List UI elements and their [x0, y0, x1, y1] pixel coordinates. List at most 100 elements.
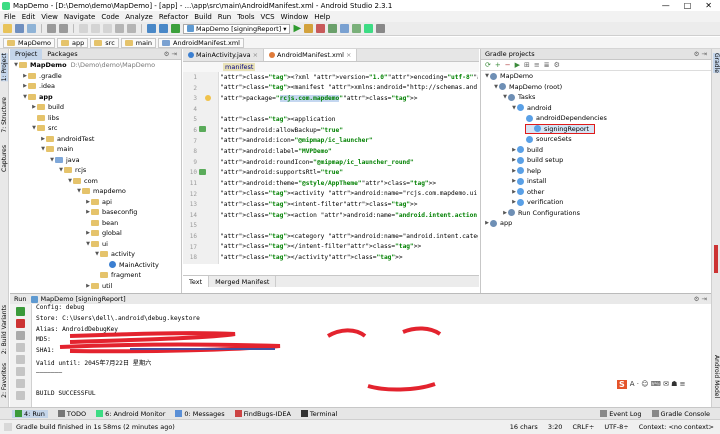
- file-encoding[interactable]: UTF-8÷: [604, 423, 628, 431]
- tree-node[interactable]: ▼ ui: [10, 239, 181, 250]
- panel-settings-icon[interactable]: ⚙ ⇥: [694, 50, 711, 58]
- ime-tools-icon[interactable]: A · ☺ ⌨ ✉ ☗ ≡: [630, 380, 686, 388]
- execute-task-icon[interactable]: ▶: [515, 61, 520, 69]
- tree-node[interactable]: androidDependencies: [481, 113, 711, 124]
- tree-node[interactable]: MainActivity: [10, 260, 181, 271]
- context-indicator[interactable]: Context: <no context>: [639, 423, 714, 431]
- menu-item-file[interactable]: File: [4, 13, 16, 21]
- menu-item-refactor[interactable]: Refactor: [159, 13, 188, 21]
- menu-item-build[interactable]: Build: [194, 13, 212, 21]
- sdk-manager-icon[interactable]: [352, 24, 362, 33]
- paste-icon[interactable]: [103, 24, 112, 33]
- redo-icon[interactable]: [59, 24, 68, 33]
- run-configuration-select[interactable]: MapDemo [signingReport] ▾: [183, 23, 291, 34]
- expand-all-icon[interactable]: ≡: [534, 61, 540, 69]
- project-tool-tab[interactable]: 1: Project: [0, 53, 8, 82]
- menu-item-analyze[interactable]: Analyze: [125, 13, 153, 21]
- gradle-settings-icon[interactable]: ⚙: [554, 61, 560, 69]
- tree-node[interactable]: ▼ app: [10, 92, 181, 103]
- tree-node[interactable]: ▼ java: [10, 155, 181, 166]
- xml-tag-crumb[interactable]: manifest: [223, 63, 256, 71]
- editor-tab[interactable]: MainActivity.java ×: [183, 49, 265, 61]
- breadcrumb-item[interactable]: MapDemo: [3, 37, 56, 48]
- tree-node[interactable]: ▼ Tasks: [481, 92, 711, 103]
- tree-node[interactable]: ▶ other: [481, 187, 711, 198]
- tool-window-button[interactable]: TODO: [57, 410, 86, 418]
- tool-window-button[interactable]: FindBugs-IDEA: [234, 410, 291, 418]
- sync-icon[interactable]: [27, 24, 36, 33]
- tool-windows-toggle-icon[interactable]: [4, 423, 12, 431]
- close-button[interactable]: ✕: [705, 1, 712, 10]
- build-variants-tool-tab[interactable]: 2: Build Variants: [1, 305, 8, 354]
- editor-mode-tab[interactable]: Text: [183, 276, 210, 287]
- breadcrumb-item[interactable]: main: [120, 37, 157, 48]
- panel-settings-icon[interactable]: ⚙ ⇥: [164, 50, 181, 58]
- save-icon[interactable]: [15, 24, 24, 33]
- open-folder-icon[interactable]: [3, 24, 12, 33]
- sogou-icon[interactable]: S: [617, 379, 627, 389]
- tree-node[interactable]: ▼ com: [10, 176, 181, 187]
- tree-node[interactable]: ▼ activity: [10, 249, 181, 260]
- tab-packages[interactable]: Packages: [42, 49, 82, 60]
- menu-item-vcs[interactable]: VCS: [260, 13, 274, 21]
- tool-window-button[interactable]: 4: Run: [12, 409, 48, 418]
- editor-tab[interactable]: AndroidManifest.xml ×: [264, 49, 358, 61]
- toggle-offline-icon[interactable]: ⊞: [524, 61, 530, 69]
- forward-icon[interactable]: [159, 24, 168, 33]
- editor-mode-tab[interactable]: Merged Manifest: [209, 276, 277, 287]
- code-area[interactable]: "attr" >class= "tag" ><?xml "attr" >version=…: [220, 72, 478, 264]
- structure-tool-tab[interactable]: 7: Structure: [1, 97, 8, 133]
- tree-node[interactable]: ▶ build: [10, 102, 181, 113]
- menu-item-code[interactable]: Code: [101, 13, 119, 21]
- tree-node[interactable]: ▶ app: [481, 218, 711, 229]
- tool-window-button[interactable]: Terminal: [300, 410, 337, 418]
- gradle-tool-tab[interactable]: Gradle: [713, 53, 720, 73]
- close-tab-icon[interactable]: ×: [346, 51, 351, 59]
- tree-node[interactable]: ▶ .idea: [10, 81, 181, 92]
- tree-node[interactable]: ▼ MapDemo (root): [481, 82, 711, 93]
- breadcrumb-item[interactable]: app: [57, 37, 89, 48]
- menu-item-view[interactable]: View: [41, 13, 58, 21]
- tree-node[interactable]: ▼ MapDemo: [481, 71, 711, 82]
- menu-item-navigate[interactable]: Navigate: [64, 13, 95, 21]
- menu-item-window[interactable]: Window: [281, 13, 309, 21]
- menu-item-run[interactable]: Run: [218, 13, 231, 21]
- tree-node[interactable]: ▶ install: [481, 176, 711, 187]
- android-device-monitor-icon[interactable]: [364, 24, 374, 33]
- breadcrumb-item[interactable]: AndroidManifest.xml: [158, 37, 244, 48]
- tree-node[interactable]: bean: [10, 218, 181, 229]
- tree-node[interactable]: signingReport: [525, 123, 595, 134]
- tree-node[interactable]: fragment: [10, 270, 181, 281]
- breadcrumb-item[interactable]: src: [90, 37, 119, 48]
- attach-debugger-icon[interactable]: [328, 24, 338, 33]
- captures-tool-tab[interactable]: Captures: [1, 145, 8, 172]
- collapse-all-icon[interactable]: ≣: [544, 61, 550, 69]
- tree-node[interactable]: ▶ baseconfig: [10, 207, 181, 218]
- tree-node[interactable]: ▼ MapDemo D:\Demo\demo\MapDemo: [10, 60, 181, 71]
- menu-item-help[interactable]: Help: [314, 13, 330, 21]
- tree-node[interactable]: ▶ help: [481, 166, 711, 177]
- make-project-icon[interactable]: [171, 24, 180, 33]
- back-icon[interactable]: [147, 24, 156, 33]
- tree-node[interactable]: ▶ build: [481, 145, 711, 156]
- tree-node[interactable]: libs: [10, 113, 181, 124]
- stop-icon[interactable]: [316, 24, 326, 33]
- avd-manager-icon[interactable]: [340, 24, 350, 33]
- close-tab-icon[interactable]: ×: [253, 51, 258, 59]
- add-icon[interactable]: +: [495, 61, 501, 69]
- find-icon[interactable]: [115, 24, 124, 33]
- tree-node[interactable]: ▶ global: [10, 228, 181, 239]
- help-icon[interactable]: [376, 24, 386, 33]
- tree-node[interactable]: ▼ main: [10, 144, 181, 155]
- run-icon[interactable]: ▶: [293, 23, 301, 34]
- tree-node[interactable]: sourceSets: [481, 134, 711, 145]
- debug-icon[interactable]: [304, 24, 314, 33]
- tree-node[interactable]: ▶ api: [10, 197, 181, 208]
- tool-window-button[interactable]: Gradle Console: [651, 410, 710, 418]
- menu-item-tools[interactable]: Tools: [237, 13, 254, 21]
- line-separator[interactable]: CRLF÷: [572, 423, 594, 431]
- android-model-tool-tab[interactable]: Android Model: [713, 355, 720, 398]
- cut-icon[interactable]: [79, 24, 88, 33]
- tree-node[interactable]: ▼ mapdemo: [10, 186, 181, 197]
- favorites-tool-tab[interactable]: 2: Favorites: [1, 363, 8, 398]
